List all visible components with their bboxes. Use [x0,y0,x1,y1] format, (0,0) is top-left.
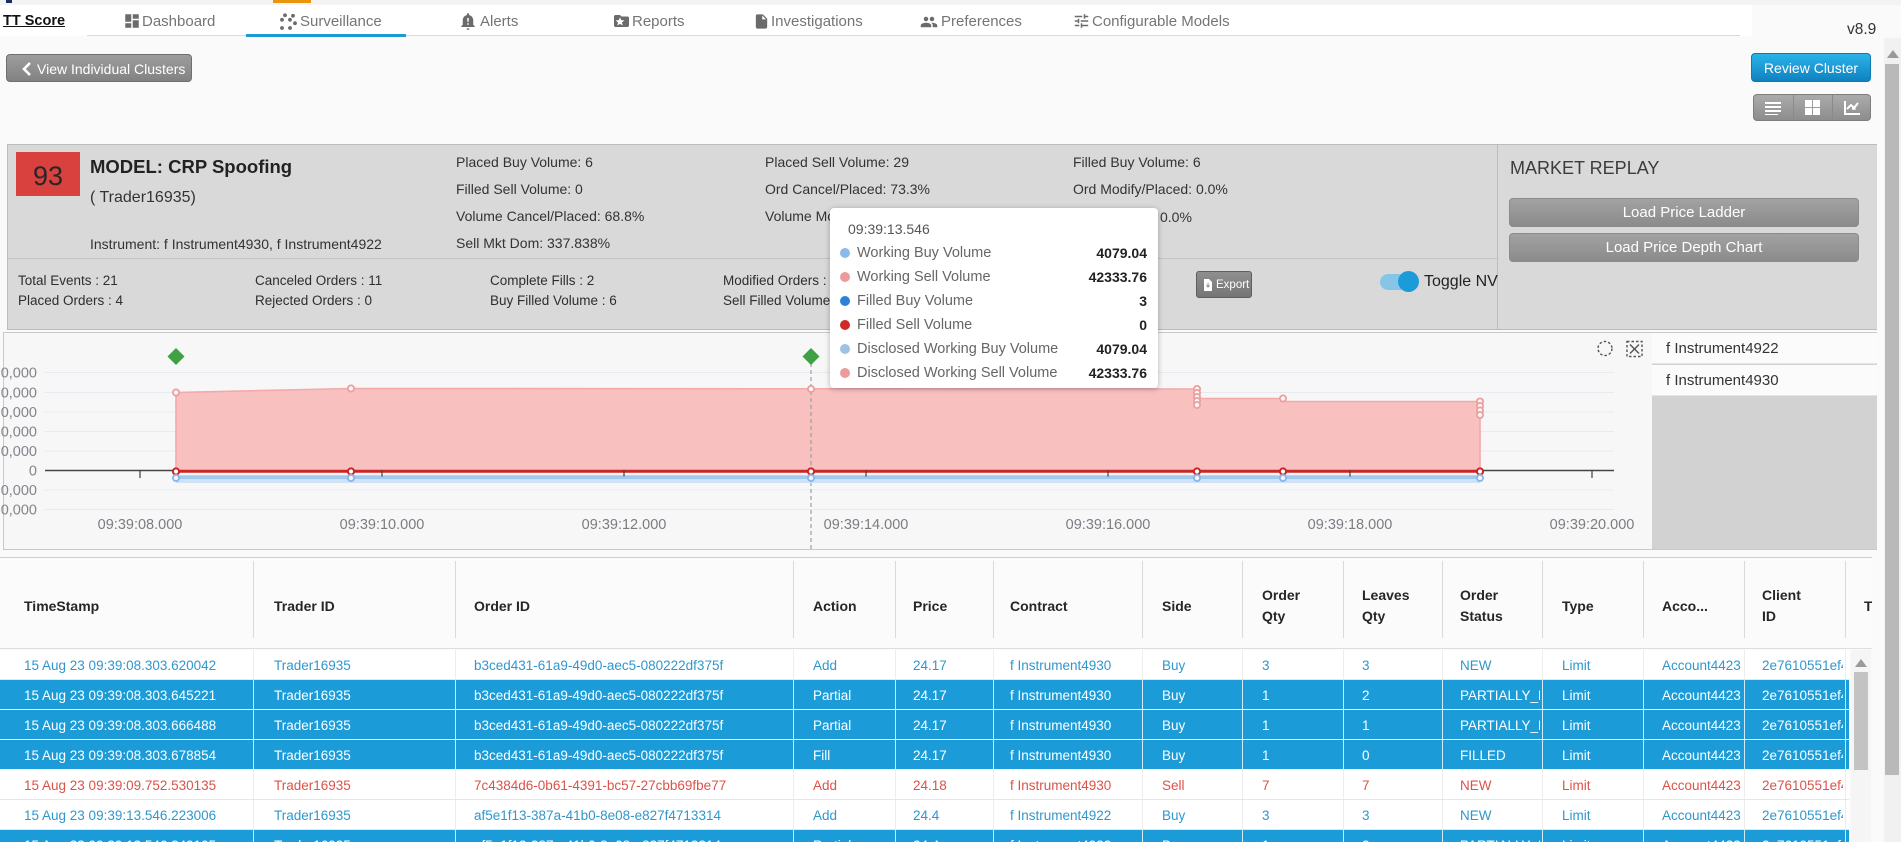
svg-text:0,000: 0,000 [1,405,37,421]
svg-text:09:39:16.000: 09:39:16.000 [1066,517,1151,533]
svg-text:0,000: 0,000 [1,503,37,519]
svg-text:0,000: 0,000 [1,444,37,460]
svg-text:09:39:20.000: 09:39:20.000 [1550,517,1635,533]
svg-text:0,000: 0,000 [1,366,37,382]
svg-text:09:39:14.000: 09:39:14.000 [824,517,909,533]
svg-text:09:39:10.000: 09:39:10.000 [340,517,425,533]
svg-text:0,000: 0,000 [1,386,37,402]
svg-text:09:39:08.000: 09:39:08.000 [98,517,183,533]
svg-text:0: 0 [29,464,37,480]
svg-text:0,000: 0,000 [1,425,37,441]
svg-text:09:39:12.000: 09:39:12.000 [582,517,667,533]
svg-text:09:39:18.000: 09:39:18.000 [1308,517,1393,533]
svg-text:0,000: 0,000 [1,483,37,499]
